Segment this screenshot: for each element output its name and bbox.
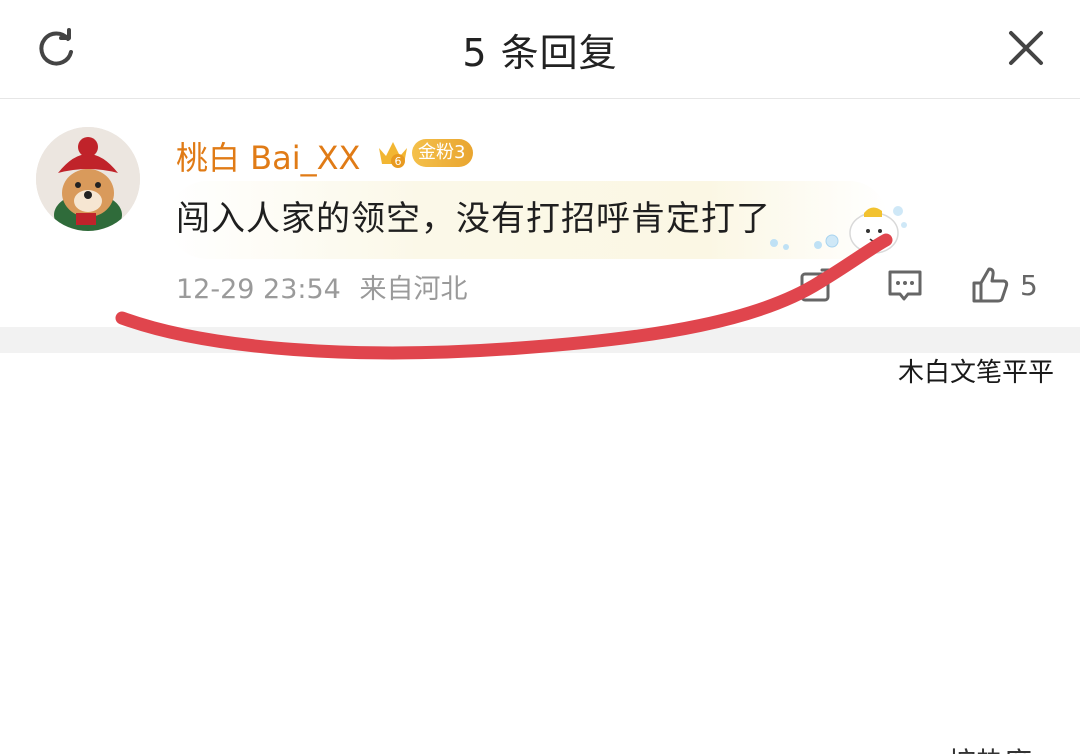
badge-label: 金粉3 [412, 139, 474, 167]
close-icon [1009, 31, 1043, 65]
watermark: 木白文笔平平 [898, 358, 1055, 388]
crown-icon: 6 [379, 142, 407, 168]
comment-meta: 12-29 23:54 来自河北 [176, 267, 467, 306]
timestamp: 12-29 23:54 [176, 274, 341, 305]
location: 来自河北 [359, 274, 468, 305]
reply-header: 5 条回复 [0, 0, 1080, 99]
like-button[interactable]: 5 [970, 265, 1038, 305]
page-title: 5 条回复 [462, 31, 618, 75]
dog-avatar-image [36, 127, 140, 231]
reply-button[interactable] [886, 265, 924, 305]
comment-text: 闯入人家的领空，没有打招呼肯定打了 [176, 199, 771, 239]
comment-item: 桃白 Bai_XX 6 金粉3 闯入人家的领空，没有打招呼肯定打了 12-29 … [0, 99, 1080, 327]
share-button[interactable] [798, 265, 836, 305]
thumbs-up-icon [972, 267, 1009, 303]
comment-icon [888, 270, 922, 301]
badge-level: 6 [395, 155, 402, 168]
close-button[interactable] [1000, 22, 1052, 74]
mascot-sticker-icon [770, 206, 907, 254]
share-icon [800, 268, 834, 302]
username-link[interactable]: 桃白 Bai_XX [176, 133, 360, 179]
section-divider [0, 327, 1080, 353]
fan-badge[interactable]: 6 金粉3 [376, 135, 474, 171]
like-count: 5 [1020, 268, 1038, 302]
sort-label[interactable]: 按热度 [948, 741, 1032, 754]
avatar[interactable] [36, 127, 140, 231]
